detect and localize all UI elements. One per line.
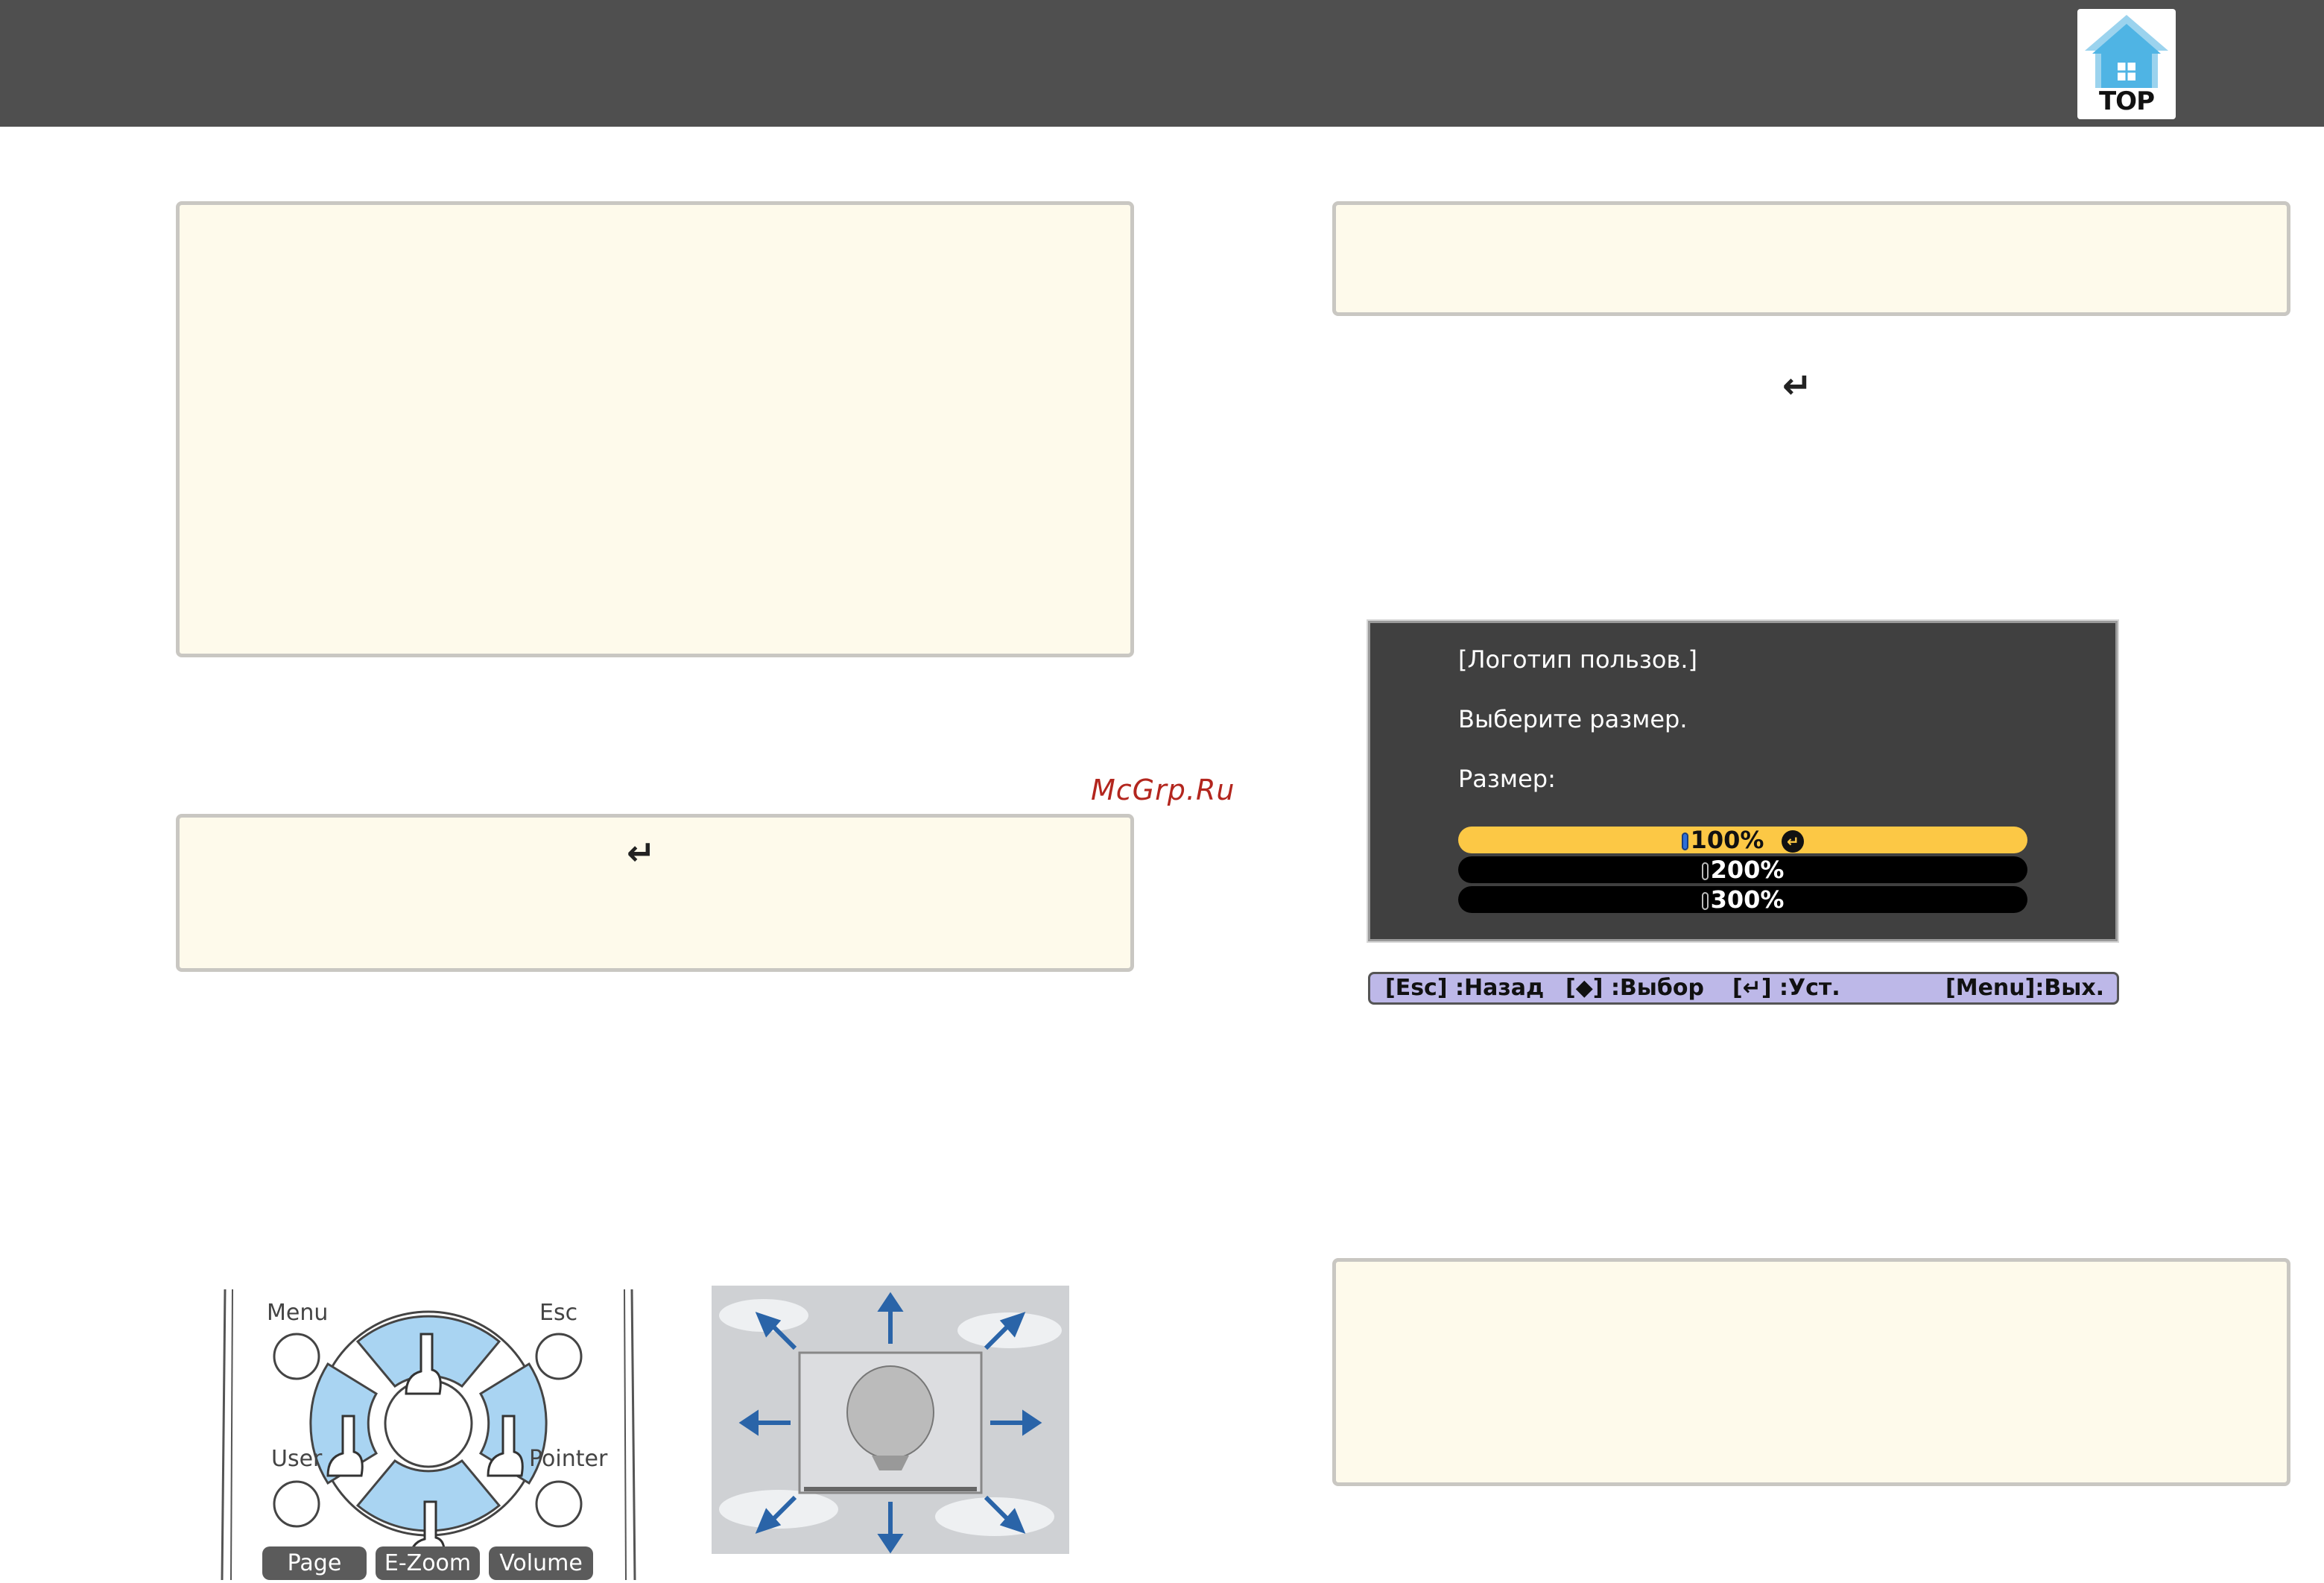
projector-menu: [Логотип пользов.] Выберите размер. Разм… [1368,621,2118,941]
menu-field-label: Размер: [1458,765,1556,793]
menu-prompt: Выберите размер. [1458,705,1688,733]
remote-menu-button-label: Menu [267,1300,329,1326]
radio-icon [1701,892,1709,910]
enter-key-icon: ↵ [627,832,656,873]
remote-pointer-button-label: Pointer [529,1446,608,1472]
help-select: [◆] :Выбор [1565,975,1704,1001]
note-box-3 [1332,201,2290,316]
watermark-text: McGrp.Ru [1091,774,1235,806]
help-menu: [Menu]:Вых. [1945,975,2105,1001]
scene-svg [719,1292,1062,1554]
help-esc: [Esc] :Назад [1385,975,1545,1001]
top-label: TOP [2098,86,2155,116]
radio-selected-icon [1681,832,1688,850]
size-option-100[interactable]: 100% ↵ [1458,827,2027,853]
help-bar: [Esc] :Назад [◆] :Выбор [↵] :Уст. [Menu]… [1368,972,2119,1005]
note-box-1 [176,201,1134,657]
top-home-button[interactable]: TOP [2077,9,2176,119]
header-bar [0,0,2324,127]
menu-title: [Логотип пользов.] [1458,645,1697,674]
size-option-200[interactable]: 200% [1458,856,2027,883]
remote-control-illustration: Menu Esc User Pointer Page E-Zoom Volume [216,1289,641,1581]
remote-svg [221,1289,636,1581]
note-box-4 [1332,1258,2290,1486]
remote-volume-button-label: Volume [499,1550,583,1576]
remote-esc-button-label: Esc [539,1300,578,1326]
remote-page-button-label: Page [287,1550,342,1576]
balloon-icon [846,1365,934,1459]
note-box-2: ↵ [176,814,1134,972]
remote-ezoom-button-label: E-Zoom [384,1550,472,1576]
remote-user-button-label: User [271,1446,323,1472]
radio-icon [1701,862,1709,880]
enter-icon: ↵ [1782,830,1805,853]
house-icon [2085,15,2168,88]
enter-key-icon: ↵ [1782,365,1813,407]
help-set: [↵] :Уст. [1732,975,1840,1001]
projected-image-illustration [712,1286,1069,1554]
size-option-300[interactable]: 300% [1458,886,2027,913]
